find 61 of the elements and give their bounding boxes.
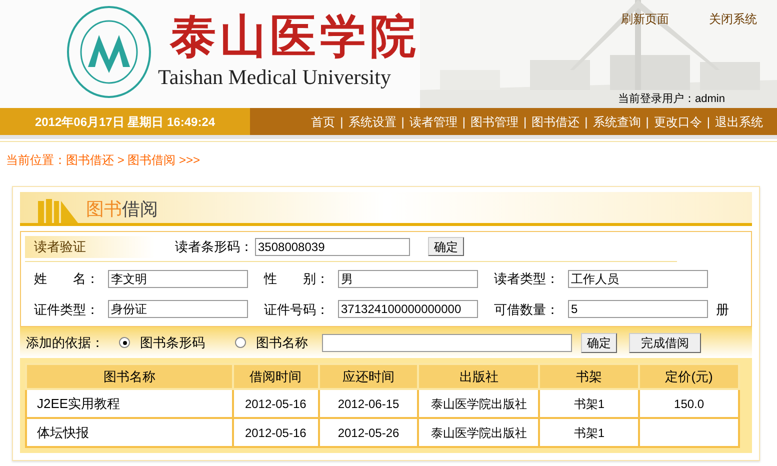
field-label: 性 别： bbox=[264, 270, 330, 288]
header-link[interactable]: 关闭系统 bbox=[709, 10, 757, 28]
date-time: 2012年06月17日 星期日 16:49:24 bbox=[34, 114, 216, 130]
field-label: 证件类型： bbox=[34, 300, 100, 318]
radio-button[interactable] bbox=[235, 337, 246, 348]
radio-label: 图书名称 bbox=[256, 334, 308, 352]
confirm-button[interactable]: 确定 bbox=[428, 237, 464, 256]
radio-button[interactable] bbox=[119, 337, 130, 348]
action-button[interactable]: 完成借阅 bbox=[629, 332, 701, 352]
breadcrumb: 当前位置：图书借还 > 图书借阅 >>> bbox=[5, 152, 202, 169]
table-cell: J2EE实用教程 bbox=[37, 396, 120, 411]
panel-title: 图书借阅 bbox=[86, 199, 158, 219]
header-link[interactable]: 刷新页面 bbox=[621, 10, 669, 28]
table-cell: 泰山医学院出版社 bbox=[430, 426, 527, 440]
nav-menu-item[interactable]: 退出系统 bbox=[715, 112, 763, 130]
nav-menu-item[interactable]: 系统查询 bbox=[592, 112, 641, 130]
table-cell: 泰山医学院出版社 bbox=[430, 396, 527, 410]
nav-menu-item[interactable]: 首页 bbox=[311, 112, 336, 130]
table-cell: 体坛快报 bbox=[37, 424, 89, 440]
nav-separator: | bbox=[524, 114, 527, 130]
field-label: 读者类型： bbox=[494, 270, 560, 288]
text-field[interactable]: 男 bbox=[338, 270, 478, 288]
table-cell: 2012-05-26 bbox=[338, 426, 400, 440]
nav-separator: | bbox=[462, 114, 466, 130]
column-header: 出版社 bbox=[418, 364, 540, 389]
nav-separator: | bbox=[340, 114, 344, 130]
text-field[interactable]: 371324100000000000 bbox=[338, 300, 478, 318]
nav-menu-item[interactable]: 图书借还 bbox=[532, 112, 580, 130]
nav-menu-item[interactable]: 读者管理 bbox=[409, 112, 458, 130]
university-logo-icon bbox=[66, 5, 152, 99]
university-subtitle: Taishan Medical University bbox=[158, 64, 391, 90]
field-label: 添加的依据： bbox=[26, 334, 104, 352]
field-label: 姓 名： bbox=[34, 270, 100, 288]
table-cell: 书架1 bbox=[574, 426, 604, 440]
field-label: 可借数量： bbox=[494, 300, 560, 318]
radio-label: 图书条形码 bbox=[140, 334, 205, 352]
nav-separator: | bbox=[706, 114, 710, 130]
text-field[interactable]: 身份证 bbox=[108, 300, 248, 318]
field-label: 读者条形码： bbox=[175, 238, 253, 256]
field-label: 证件号码： bbox=[264, 300, 330, 318]
nav-separator: | bbox=[646, 114, 649, 130]
table-cell: 2012-06-15 bbox=[338, 396, 400, 410]
table-cell: 150.0 bbox=[674, 396, 704, 410]
table-cell: 2012-05-16 bbox=[244, 396, 306, 410]
table-cell: 书架1 bbox=[574, 396, 604, 410]
nav-menu-item[interactable]: 系统设置 bbox=[348, 112, 396, 130]
nav-separator: | bbox=[401, 114, 404, 130]
university-title: 泰山医学院 bbox=[170, 8, 420, 64]
nav-separator: | bbox=[584, 114, 588, 130]
column-header: 图书名称 bbox=[26, 364, 233, 389]
table-cell: 2012-05-16 bbox=[244, 426, 306, 440]
nav-menu-item[interactable]: 图书管理 bbox=[470, 112, 518, 130]
unit-label: 册 bbox=[716, 300, 729, 318]
text-field[interactable]: 5 bbox=[568, 300, 708, 318]
nav-menu-item[interactable]: 更改口令 bbox=[654, 112, 702, 130]
barcode-field[interactable]: 3508008039 bbox=[255, 238, 410, 256]
search-field[interactable] bbox=[322, 334, 572, 352]
action-button[interactable]: 确定 bbox=[581, 332, 617, 352]
text-field[interactable]: 工作人员 bbox=[568, 270, 708, 288]
current-user-label: 当前登录用户：admin bbox=[618, 92, 725, 106]
text-field[interactable]: 李文明 bbox=[108, 270, 248, 288]
